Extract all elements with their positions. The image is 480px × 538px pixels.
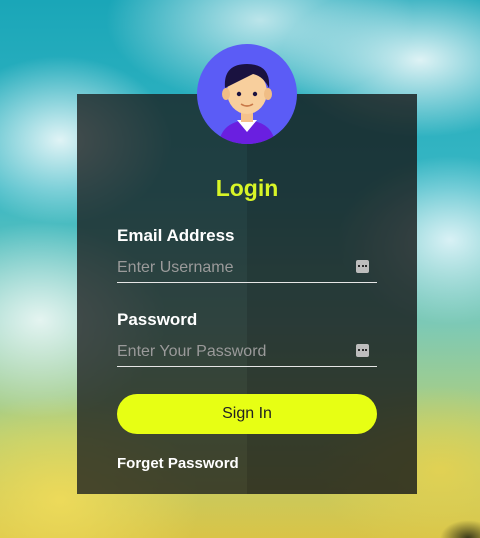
avatar-icon bbox=[197, 44, 297, 144]
login-card bbox=[77, 94, 417, 494]
background-tree bbox=[440, 520, 480, 538]
login-title: Login bbox=[215, 175, 279, 201]
email-field[interactable] bbox=[117, 253, 377, 282]
forget-password-link[interactable]: Forget Password bbox=[117, 455, 239, 472]
sign-in-button[interactable]: Sign In bbox=[117, 394, 377, 434]
password-label: Password bbox=[117, 310, 198, 329]
key-icon[interactable] bbox=[356, 344, 369, 357]
key-icon[interactable] bbox=[356, 260, 369, 273]
password-field[interactable] bbox=[117, 337, 377, 366]
email-field-wrapper bbox=[117, 253, 377, 283]
password-field-wrapper bbox=[117, 337, 377, 367]
email-label: Email Address bbox=[117, 226, 235, 245]
